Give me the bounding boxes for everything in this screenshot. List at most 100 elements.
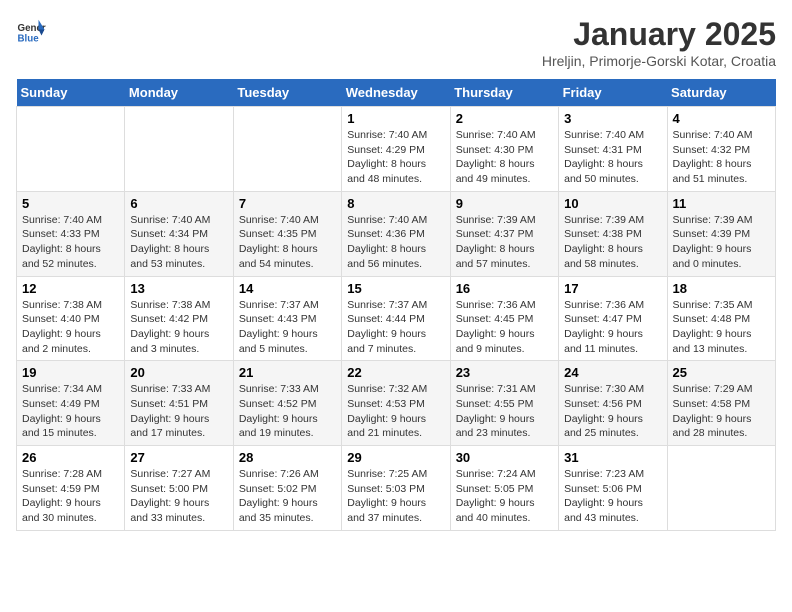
day-number: 14: [239, 281, 336, 296]
day-info: Sunrise: 7:33 AM Sunset: 4:52 PM Dayligh…: [239, 382, 336, 441]
day-number: 26: [22, 450, 119, 465]
day-number: 17: [564, 281, 661, 296]
calendar-cell: [17, 107, 125, 192]
weekday-header-row: SundayMondayTuesdayWednesdayThursdayFrid…: [17, 79, 776, 107]
calendar-cell: [233, 107, 341, 192]
calendar-cell: 3 Sunrise: 7:40 AM Sunset: 4:31 PM Daylig…: [559, 107, 667, 192]
day-info: Sunrise: 7:23 AM Sunset: 5:06 PM Dayligh…: [564, 467, 661, 526]
day-info: Sunrise: 7:29 AM Sunset: 4:58 PM Dayligh…: [673, 382, 770, 441]
day-number: 29: [347, 450, 444, 465]
calendar-cell: 1 Sunrise: 7:40 AM Sunset: 4:29 PM Daylig…: [342, 107, 450, 192]
day-info: Sunrise: 7:24 AM Sunset: 5:05 PM Dayligh…: [456, 467, 553, 526]
day-number: 16: [456, 281, 553, 296]
week-row-5: 26 Sunrise: 7:28 AM Sunset: 4:59 PM Dayli…: [17, 446, 776, 531]
day-info: Sunrise: 7:39 AM Sunset: 4:38 PM Dayligh…: [564, 213, 661, 272]
day-info: Sunrise: 7:40 AM Sunset: 4:35 PM Dayligh…: [239, 213, 336, 272]
weekday-header-saturday: Saturday: [667, 79, 775, 107]
calendar-cell: 21Sunrise: 7:33 AM Sunset: 4:52 PM Dayli…: [233, 361, 341, 446]
day-number: 18: [673, 281, 770, 296]
calendar-cell: 2 Sunrise: 7:40 AM Sunset: 4:30 PM Daylig…: [450, 107, 558, 192]
day-number: 15: [347, 281, 444, 296]
day-number: 23: [456, 365, 553, 380]
day-number: 3: [564, 111, 661, 126]
title-area: January 2025 Hreljin, Primorje-Gorski Ko…: [542, 16, 776, 69]
weekday-header-wednesday: Wednesday: [342, 79, 450, 107]
day-info: Sunrise: 7:40 AM Sunset: 4:29 PM Dayligh…: [347, 128, 444, 187]
day-info: Sunrise: 7:33 AM Sunset: 4:51 PM Dayligh…: [130, 382, 227, 441]
calendar-cell: 14 Sunrise: 7:37 AM Sunset: 4:43 PM Dayli…: [233, 276, 341, 361]
day-info: Sunrise: 7:37 AM Sunset: 4:44 PM Dayligh…: [347, 298, 444, 357]
weekday-header-thursday: Thursday: [450, 79, 558, 107]
calendar-cell: 31Sunrise: 7:23 AM Sunset: 5:06 PM Dayli…: [559, 446, 667, 531]
calendar-title: January 2025: [542, 16, 776, 53]
day-info: Sunrise: 7:34 AM Sunset: 4:49 PM Dayligh…: [22, 382, 119, 441]
day-info: Sunrise: 7:38 AM Sunset: 4:42 PM Dayligh…: [130, 298, 227, 357]
calendar-cell: 12Sunrise: 7:38 AM Sunset: 4:40 PM Dayli…: [17, 276, 125, 361]
day-number: 24: [564, 365, 661, 380]
day-info: Sunrise: 7:35 AM Sunset: 4:48 PM Dayligh…: [673, 298, 770, 357]
calendar-cell: 28 Sunrise: 7:26 AM Sunset: 5:02 PM Dayli…: [233, 446, 341, 531]
day-info: Sunrise: 7:40 AM Sunset: 4:36 PM Dayligh…: [347, 213, 444, 272]
day-number: 19: [22, 365, 119, 380]
calendar-cell: [125, 107, 233, 192]
day-number: 10: [564, 196, 661, 211]
day-info: Sunrise: 7:36 AM Sunset: 4:45 PM Dayligh…: [456, 298, 553, 357]
calendar-cell: 29 Sunrise: 7:25 AM Sunset: 5:03 PM Dayli…: [342, 446, 450, 531]
day-number: 2: [456, 111, 553, 126]
day-info: Sunrise: 7:25 AM Sunset: 5:03 PM Dayligh…: [347, 467, 444, 526]
day-info: Sunrise: 7:40 AM Sunset: 4:32 PM Dayligh…: [673, 128, 770, 187]
calendar-cell: 27Sunrise: 7:27 AM Sunset: 5:00 PM Dayli…: [125, 446, 233, 531]
calendar-cell: 9Sunrise: 7:39 AM Sunset: 4:37 PM Daylig…: [450, 191, 558, 276]
day-number: 12: [22, 281, 119, 296]
day-info: Sunrise: 7:39 AM Sunset: 4:37 PM Dayligh…: [456, 213, 553, 272]
day-info: Sunrise: 7:31 AM Sunset: 4:55 PM Dayligh…: [456, 382, 553, 441]
calendar-cell: 17 Sunrise: 7:36 AM Sunset: 4:47 PM Dayli…: [559, 276, 667, 361]
calendar-cell: 23 Sunrise: 7:31 AM Sunset: 4:55 PM Dayli…: [450, 361, 558, 446]
day-info: Sunrise: 7:36 AM Sunset: 4:47 PM Dayligh…: [564, 298, 661, 357]
day-number: 4: [673, 111, 770, 126]
calendar-table: SundayMondayTuesdayWednesdayThursdayFrid…: [16, 79, 776, 531]
week-row-1: 1 Sunrise: 7:40 AM Sunset: 4:29 PM Daylig…: [17, 107, 776, 192]
weekday-header-tuesday: Tuesday: [233, 79, 341, 107]
day-number: 25: [673, 365, 770, 380]
day-info: Sunrise: 7:40 AM Sunset: 4:30 PM Dayligh…: [456, 128, 553, 187]
day-info: Sunrise: 7:27 AM Sunset: 5:00 PM Dayligh…: [130, 467, 227, 526]
calendar-cell: 6Sunrise: 7:40 AM Sunset: 4:34 PM Daylig…: [125, 191, 233, 276]
calendar-cell: 24 Sunrise: 7:30 AM Sunset: 4:56 PM Dayli…: [559, 361, 667, 446]
calendar-cell: 25 Sunrise: 7:29 AM Sunset: 4:58 PM Dayli…: [667, 361, 775, 446]
day-number: 7: [239, 196, 336, 211]
calendar-cell: 10 Sunrise: 7:39 AM Sunset: 4:38 PM Dayli…: [559, 191, 667, 276]
day-number: 11: [673, 196, 770, 211]
day-number: 13: [130, 281, 227, 296]
day-number: 8: [347, 196, 444, 211]
day-info: Sunrise: 7:40 AM Sunset: 4:33 PM Dayligh…: [22, 213, 119, 272]
calendar-cell: 18 Sunrise: 7:35 AM Sunset: 4:48 PM Dayli…: [667, 276, 775, 361]
weekday-header-sunday: Sunday: [17, 79, 125, 107]
calendar-cell: 15 Sunrise: 7:37 AM Sunset: 4:44 PM Dayli…: [342, 276, 450, 361]
day-number: 28: [239, 450, 336, 465]
day-info: Sunrise: 7:28 AM Sunset: 4:59 PM Dayligh…: [22, 467, 119, 526]
day-number: 1: [347, 111, 444, 126]
calendar-cell: 7 Sunrise: 7:40 AM Sunset: 4:35 PM Daylig…: [233, 191, 341, 276]
calendar-header: SundayMondayTuesdayWednesdayThursdayFrid…: [17, 79, 776, 107]
week-row-3: 12Sunrise: 7:38 AM Sunset: 4:40 PM Dayli…: [17, 276, 776, 361]
calendar-cell: 8 Sunrise: 7:40 AM Sunset: 4:36 PM Daylig…: [342, 191, 450, 276]
calendar-cell: 30 Sunrise: 7:24 AM Sunset: 5:05 PM Dayli…: [450, 446, 558, 531]
week-row-4: 19 Sunrise: 7:34 AM Sunset: 4:49 PM Dayli…: [17, 361, 776, 446]
calendar-cell: 4 Sunrise: 7:40 AM Sunset: 4:32 PM Daylig…: [667, 107, 775, 192]
day-info: Sunrise: 7:40 AM Sunset: 4:31 PM Dayligh…: [564, 128, 661, 187]
calendar-cell: 26 Sunrise: 7:28 AM Sunset: 4:59 PM Dayli…: [17, 446, 125, 531]
day-info: Sunrise: 7:37 AM Sunset: 4:43 PM Dayligh…: [239, 298, 336, 357]
weekday-header-friday: Friday: [559, 79, 667, 107]
calendar-body: 1 Sunrise: 7:40 AM Sunset: 4:29 PM Daylig…: [17, 107, 776, 531]
calendar-cell: 5Sunrise: 7:40 AM Sunset: 4:33 PM Daylig…: [17, 191, 125, 276]
day-number: 30: [456, 450, 553, 465]
logo-icon: General Blue: [16, 16, 46, 46]
weekday-header-monday: Monday: [125, 79, 233, 107]
calendar-cell: 13 Sunrise: 7:38 AM Sunset: 4:42 PM Dayli…: [125, 276, 233, 361]
calendar-cell: 22Sunrise: 7:32 AM Sunset: 4:53 PM Dayli…: [342, 361, 450, 446]
day-info: Sunrise: 7:26 AM Sunset: 5:02 PM Dayligh…: [239, 467, 336, 526]
calendar-subtitle: Hreljin, Primorje-Gorski Kotar, Croatia: [542, 53, 776, 69]
day-info: Sunrise: 7:32 AM Sunset: 4:53 PM Dayligh…: [347, 382, 444, 441]
day-info: Sunrise: 7:30 AM Sunset: 4:56 PM Dayligh…: [564, 382, 661, 441]
